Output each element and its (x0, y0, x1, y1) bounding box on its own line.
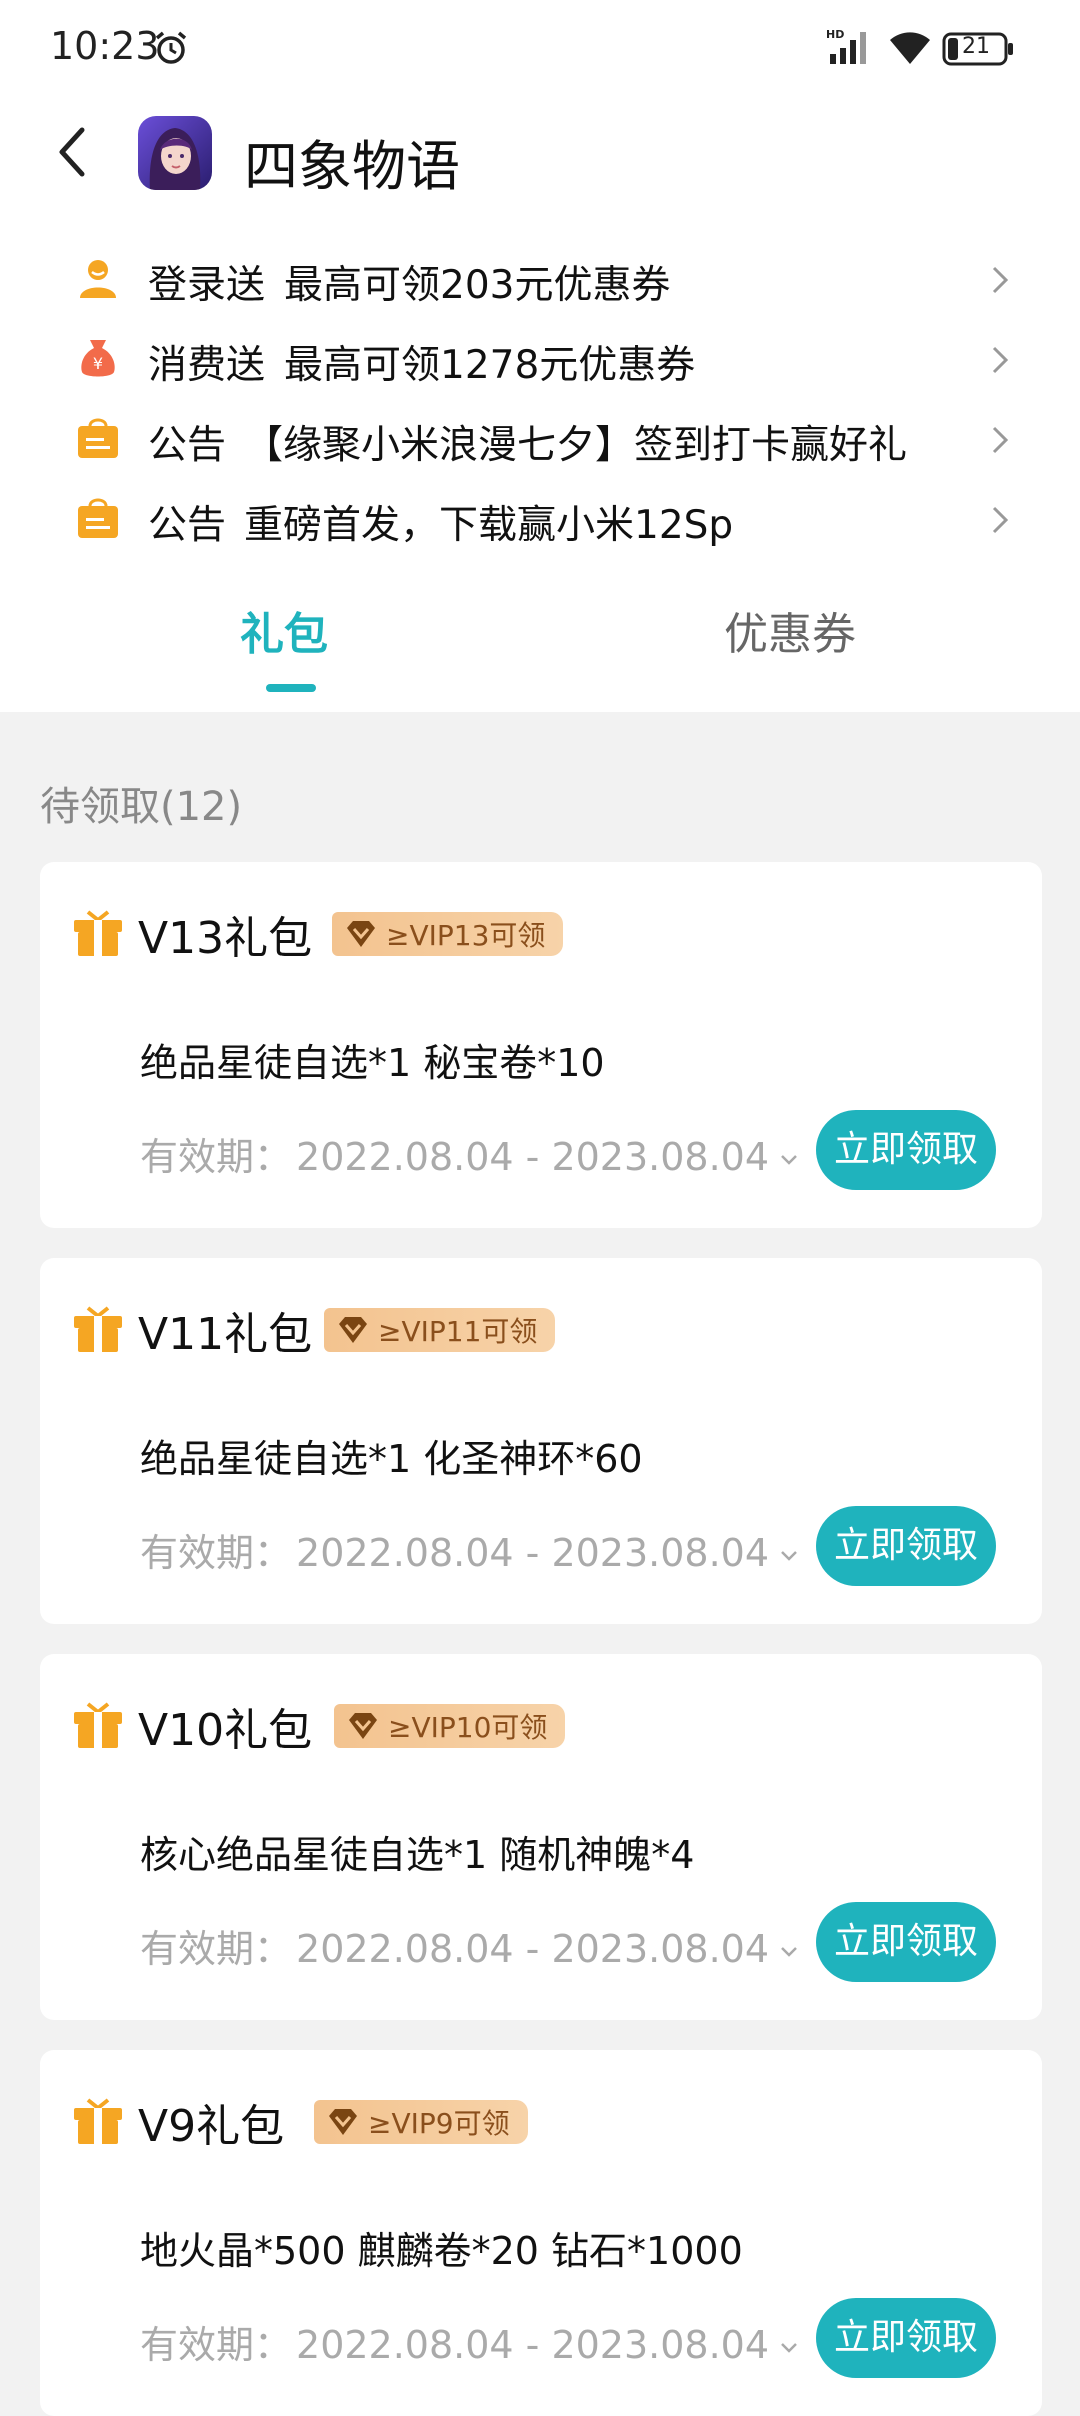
notice-text: 最高可领1278元优惠券 (284, 343, 696, 388)
validity-label: 有效期： (140, 2323, 293, 2367)
vip-badge-text: ≥VIP10可领 (388, 1711, 548, 1744)
gift-title: V10礼包 (138, 1705, 313, 1756)
back-arrow-icon[interactable] (52, 124, 92, 180)
gift-content: 绝品星徒自选*1 秘宝卷*10 (140, 1041, 605, 1085)
user-icon (80, 260, 116, 298)
validity-label: 有效期： (140, 1531, 293, 1575)
gift-card: V10礼包 ≥VIP10可领 核心绝品星徒自选*1 随机神魄*4 有效期： 202… (40, 1654, 1042, 2020)
chevron-right-icon (992, 346, 1009, 374)
gift-content: 地火晶*500 麒麟卷*20 钻石*1000 (140, 2229, 743, 2273)
gift-icon (74, 1702, 122, 1748)
gift-card: V13礼包 ≥VIP13可领 绝品星徒自选*1 秘宝卷*10 有效期： 2022.… (40, 862, 1042, 1228)
chevron-down-icon[interactable] (779, 1945, 799, 1959)
gift-validity[interactable]: 有效期： 2022.08.04 - 2023.08.04 (140, 1522, 799, 1577)
chevron-right-icon (992, 426, 1009, 454)
notice-label: 公告 (148, 423, 227, 468)
validity-label: 有效期： (140, 1135, 293, 1179)
alarm-icon (155, 31, 187, 64)
gift-title: V11礼包 (138, 1309, 313, 1360)
validity-dates: 2022.08.04 - 2023.08.04 (296, 1927, 770, 1971)
notice-label: 消费送 (148, 343, 266, 388)
vip-diamond-icon (349, 1713, 377, 1739)
chevron-right-icon (992, 266, 1009, 294)
gift-icon (74, 2098, 122, 2144)
notice-announcement-2[interactable]: 公告 重磅首发，下载赢小米12Sp (0, 480, 1080, 560)
notice-spend-reward[interactable]: ¥ 消费送 最高可领1278元优惠券 (0, 320, 1080, 400)
claim-button[interactable]: 立即领取 (816, 1506, 996, 1586)
gift-content: 绝品星徒自选*1 化圣神环*60 (140, 1437, 643, 1481)
validity-dates: 2022.08.04 - 2023.08.04 (296, 2323, 770, 2367)
validity-label: 有效期： (140, 1927, 293, 1971)
vip-diamond-icon (347, 921, 375, 947)
gift-content: 核心绝品星徒自选*1 随机神魄*4 (140, 1833, 695, 1877)
vip-badge-text: ≥VIP13可领 (386, 919, 546, 952)
notice-login-reward[interactable]: 登录送 最高可领203元优惠券 (0, 240, 1080, 320)
claim-button[interactable]: 立即领取 (816, 2298, 996, 2378)
money-bag-icon: ¥ (81, 340, 115, 377)
svg-text:HD: HD (826, 28, 844, 41)
notice-announcement-1[interactable]: 公告 【缘聚小米浪漫七夕】签到打卡赢好礼 (0, 400, 1080, 480)
vip-badge: ≥VIP11可领 (324, 1308, 556, 1352)
gift-validity[interactable]: 有效期： 2022.08.04 - 2023.08.04 (140, 2314, 799, 2369)
chevron-down-icon[interactable] (779, 1153, 799, 1167)
gift-title: V13礼包 (138, 913, 313, 964)
status-bar: 10:23 HD 21 (0, 0, 1080, 96)
status-time: 10:23 (50, 24, 160, 68)
vip-badge: ≥VIP10可领 (334, 1704, 566, 1748)
battery-level: 21 (962, 34, 990, 59)
vip-badge: ≥VIP9可领 (314, 2100, 528, 2144)
gift-validity[interactable]: 有效期： 2022.08.04 - 2023.08.04 (140, 1918, 799, 1973)
validity-dates: 2022.08.04 - 2023.08.04 (296, 1531, 770, 1575)
gift-icon (74, 910, 122, 956)
app-avatar-icon (138, 116, 212, 190)
announcement-bag-icon (78, 418, 118, 458)
top-panel: 10:23 HD 21 四象物语 登录送 最高可领203元优惠券 ¥ 消费送 最… (0, 0, 1080, 712)
vip-badge-text: ≥VIP11可领 (378, 1315, 538, 1348)
notice-label: 公告 (148, 503, 227, 548)
gift-icon (74, 1306, 122, 1352)
vip-diamond-icon (339, 1317, 367, 1343)
svg-text:¥: ¥ (93, 354, 103, 373)
wifi-icon (890, 32, 930, 64)
signal-hd-icon: HD (826, 28, 866, 64)
notice-label: 登录送 (148, 263, 266, 308)
tab-coupons[interactable]: 优惠券 (724, 598, 856, 662)
gift-title: V9礼包 (138, 2101, 285, 2152)
chevron-right-icon (992, 506, 1009, 534)
gift-validity[interactable]: 有效期： 2022.08.04 - 2023.08.04 (140, 1126, 799, 1181)
tab-gifts[interactable]: 礼包 (240, 598, 328, 662)
claim-button[interactable]: 立即领取 (816, 1902, 996, 1982)
announcement-bag-icon (78, 498, 118, 538)
notice-text: 最高可领203元优惠券 (284, 263, 671, 308)
notice-text: 【缘聚小米浪漫七夕】签到打卡赢好礼 (244, 423, 908, 468)
section-title-pending: 待领取(12) (40, 784, 243, 830)
validity-dates: 2022.08.04 - 2023.08.04 (296, 1135, 770, 1179)
gift-card: V9礼包 ≥VIP9可领 地火晶*500 麒麟卷*20 钻石*1000 有效期：… (40, 2050, 1042, 2416)
notice-text: 重磅首发，下载赢小米12Sp (244, 503, 734, 548)
vip-badge: ≥VIP13可领 (332, 912, 564, 956)
chevron-down-icon[interactable] (779, 1549, 799, 1563)
vip-diamond-icon (329, 2109, 357, 2135)
claim-button[interactable]: 立即领取 (816, 1110, 996, 1190)
chevron-down-icon[interactable] (779, 2341, 799, 2355)
page-title: 四象物语 (244, 135, 460, 198)
tab-indicator (266, 684, 316, 692)
gift-card: V11礼包 ≥VIP11可领 绝品星徒自选*1 化圣神环*60 有效期： 2022… (40, 1258, 1042, 1624)
vip-badge-text: ≥VIP9可领 (368, 2107, 510, 2140)
